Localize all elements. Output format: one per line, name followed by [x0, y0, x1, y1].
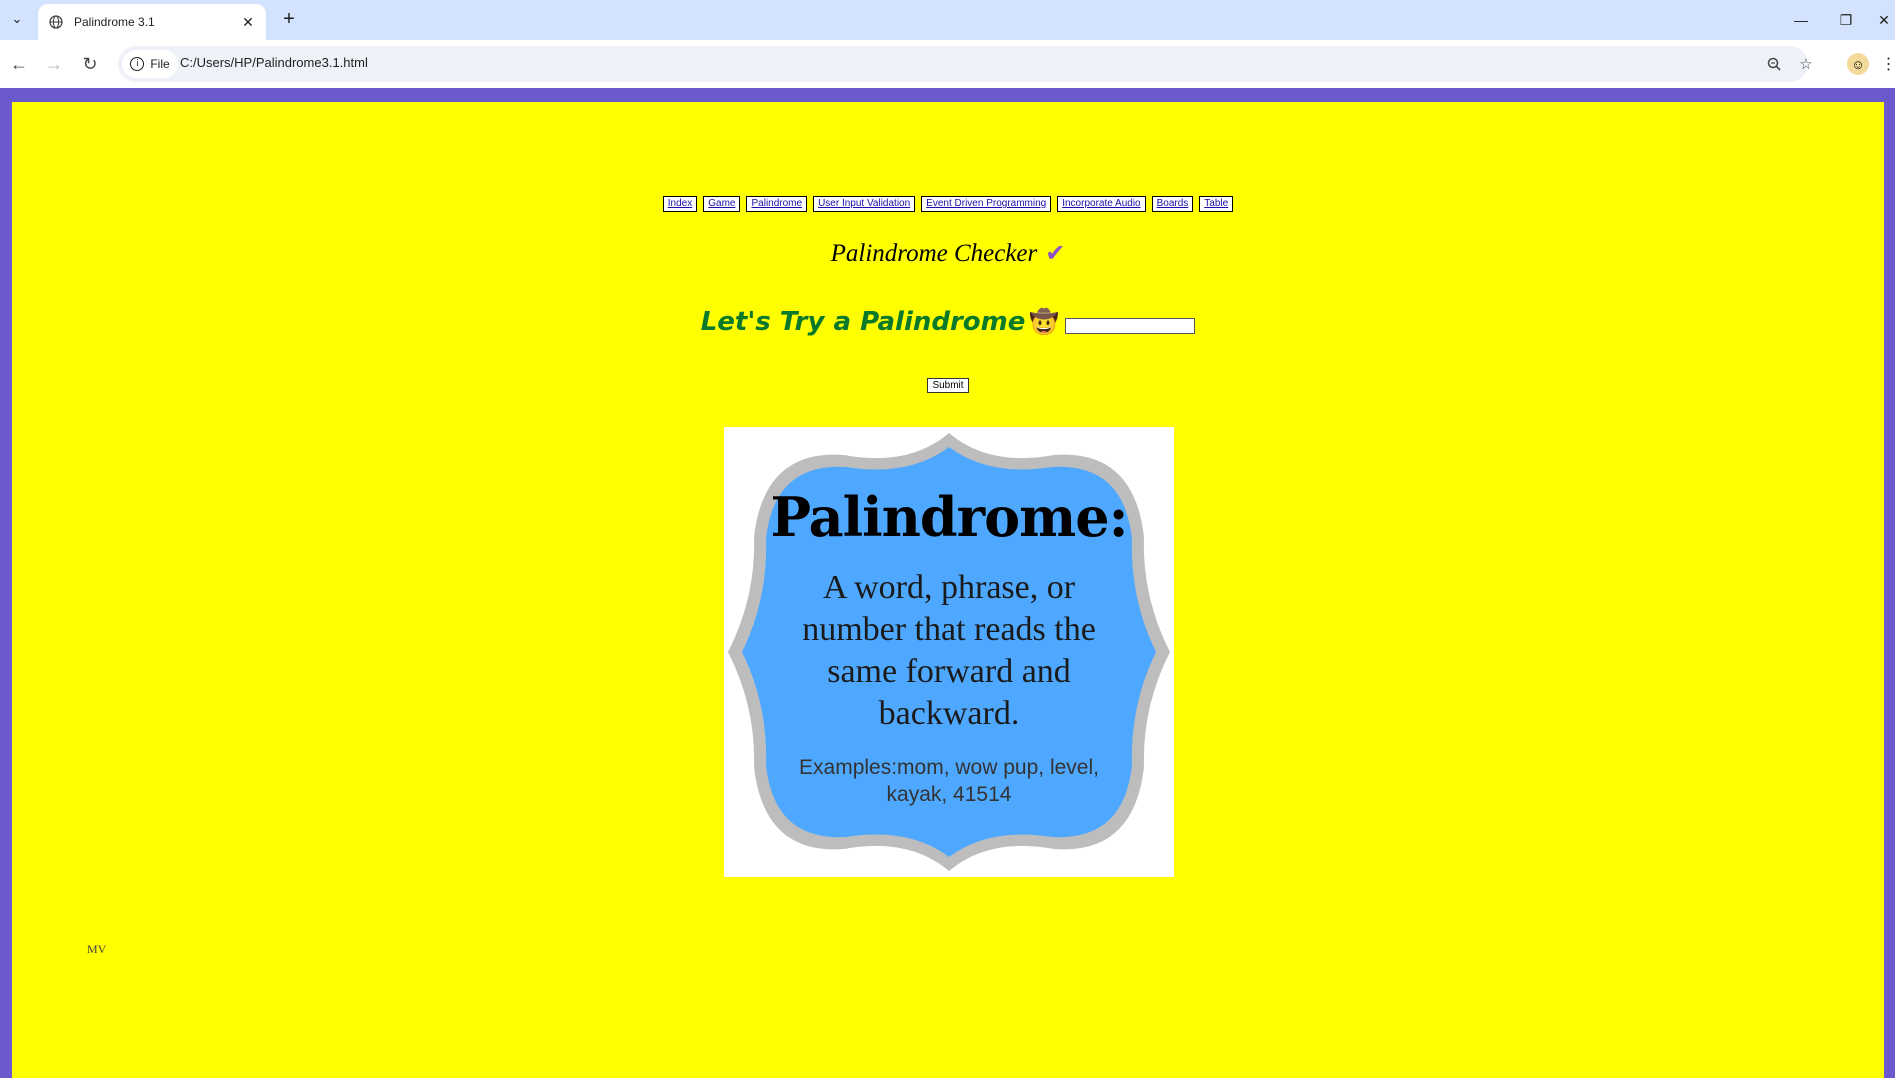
tab-title: Palindrome 3.1	[74, 15, 155, 29]
nav-link-palindrome[interactable]: Palindrome	[746, 196, 808, 212]
nav-link-table[interactable]: Table	[1199, 196, 1234, 212]
menu-icon[interactable]: ⋮	[1881, 53, 1895, 75]
try-row: Let's Try a Palindrome 🤠	[12, 307, 1884, 337]
minimize-icon[interactable]: —	[1786, 8, 1816, 32]
palindrome-input[interactable]	[1065, 318, 1196, 334]
nav-links: Index Game Palindrome User Input Validat…	[12, 196, 1884, 212]
nav-link-index[interactable]: Index	[662, 196, 698, 212]
page-title: Palindrome Checker ✔	[12, 239, 1884, 268]
close-tab-icon[interactable]: ✕	[238, 12, 258, 32]
nav-link-game[interactable]: Game	[703, 196, 741, 212]
zoom-icon[interactable]	[1764, 54, 1784, 74]
reload-icon[interactable]: ↻	[78, 52, 102, 76]
close-window-icon[interactable]: ✕	[1873, 8, 1895, 32]
address-bar[interactable]: i File C:/Users/HP/Palindrome3.1.html ☆	[118, 46, 1813, 82]
page-body: Index Game Palindrome User Input Validat…	[12, 102, 1884, 1078]
palindrome-poster-image: Palindrome: A word, phrase, or number th…	[724, 427, 1174, 877]
submit-button[interactable]: Submit	[927, 378, 969, 393]
poster-examples: Examples:mom, wow pup, level, kayak, 415…	[799, 756, 1099, 806]
bookmark-star-icon[interactable]: ☆	[1796, 54, 1816, 74]
new-tab-icon[interactable]: +	[278, 8, 300, 30]
profile-avatar-icon[interactable]: ☺	[1847, 53, 1869, 75]
poster-title: Palindrome:	[770, 485, 1128, 549]
footer-initials: MV	[87, 942, 107, 956]
back-icon[interactable]: ←	[7, 52, 31, 76]
tab-search-icon[interactable]: ⌄	[6, 8, 28, 30]
site-label: File	[150, 57, 170, 71]
nav-link-event-driven-programming[interactable]: Event Driven Programming	[921, 196, 1052, 212]
page-title-text: Palindrome Checker	[830, 240, 1038, 267]
active-tab[interactable]: Palindrome 3.1 ✕	[38, 4, 266, 40]
tab-bar: ⌄ Palindrome 3.1 ✕ + — ❐ ✕	[0, 0, 1895, 40]
url-text[interactable]: C:/Users/HP/Palindrome3.1.html	[180, 55, 368, 70]
restore-icon[interactable]: ❐	[1831, 8, 1861, 32]
cowboy-face-icon: 🤠	[1029, 308, 1060, 336]
poster-definition: A word, phrase, or number that reads the…	[802, 569, 1096, 732]
forward-icon[interactable]: →	[42, 52, 66, 76]
try-label: Let's Try a Palindrome	[700, 307, 1026, 337]
info-icon: i	[130, 57, 145, 71]
nav-link-boards[interactable]: Boards	[1151, 196, 1194, 212]
check-mark-icon: ✔	[1045, 241, 1066, 267]
globe-icon	[48, 14, 64, 30]
nav-link-incorporate-audio[interactable]: Incorporate Audio	[1057, 196, 1146, 212]
site-info-chip[interactable]: i File	[122, 50, 178, 78]
browser-toolbar: ← → ↻ i File C:/Users/HP/Palindrome3.1.h…	[0, 40, 1895, 88]
nav-link-user-input-validation[interactable]: User Input Validation	[813, 196, 916, 212]
